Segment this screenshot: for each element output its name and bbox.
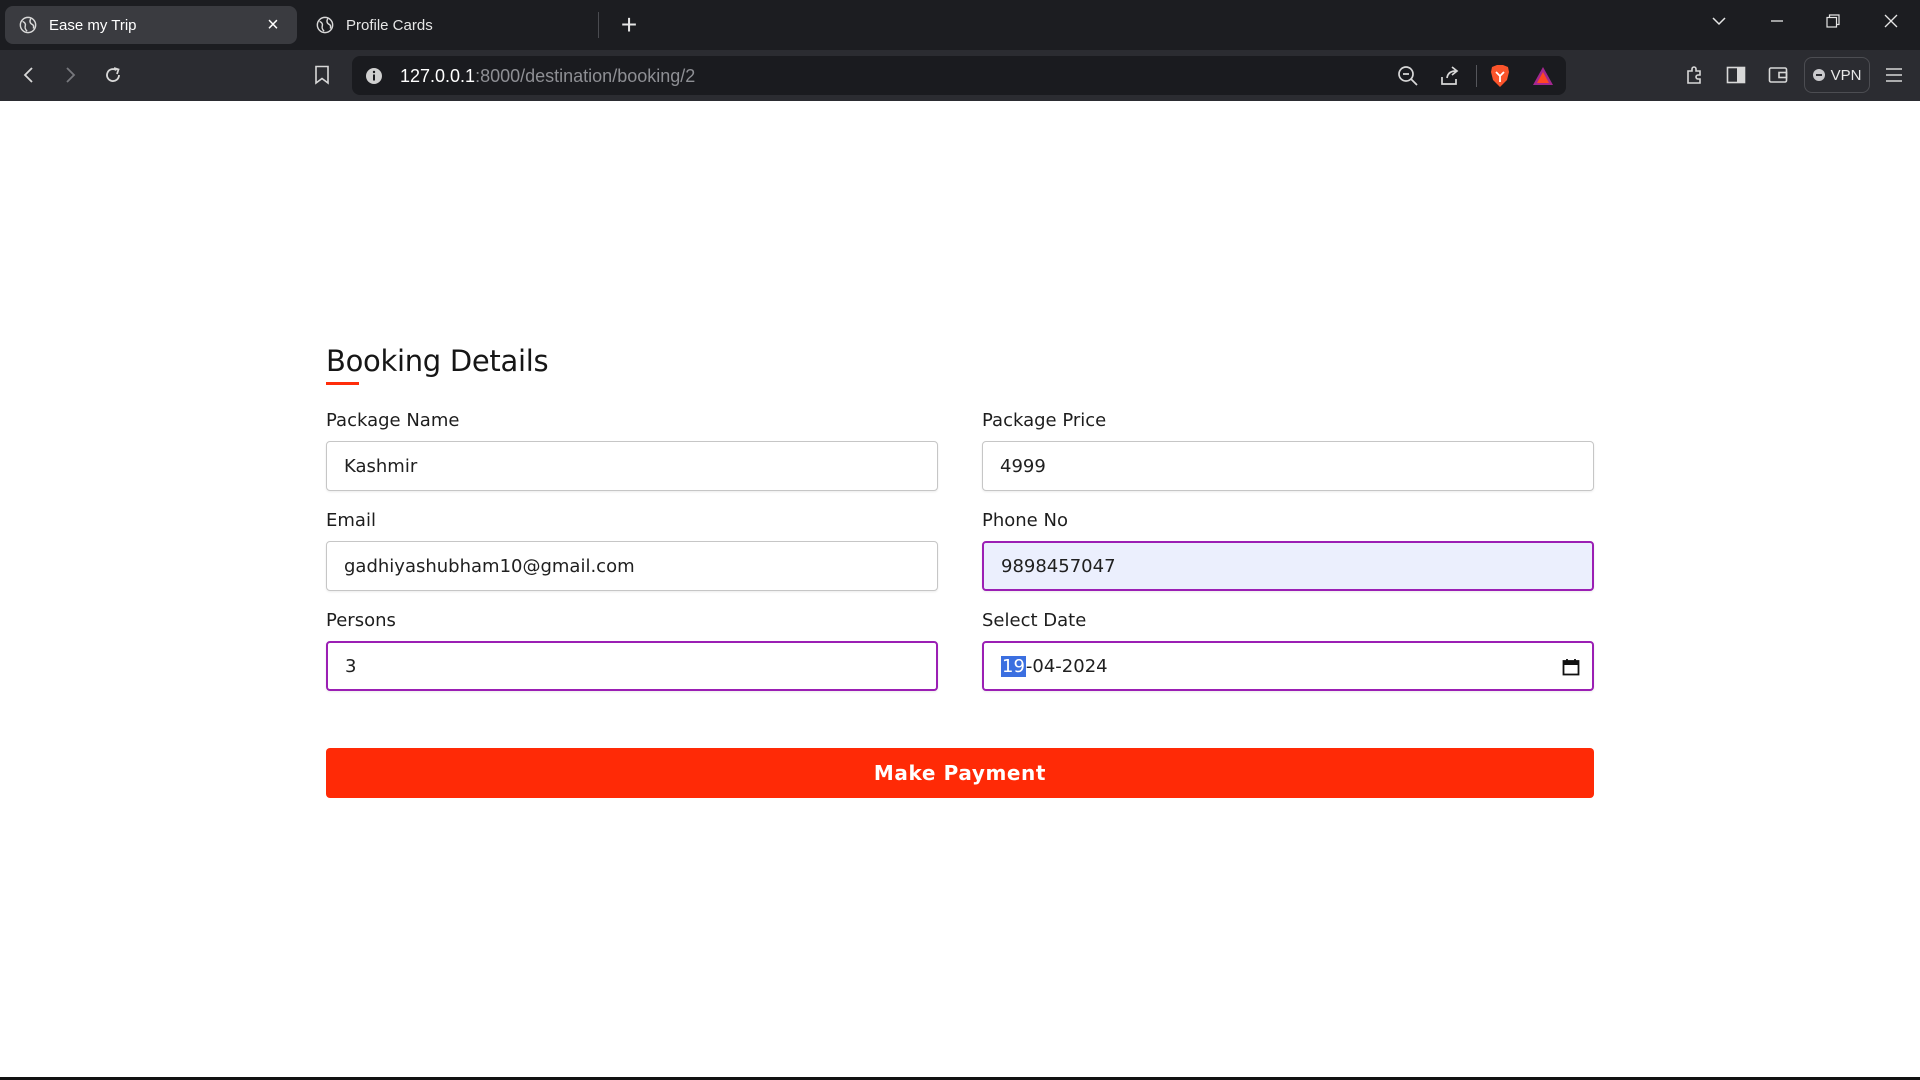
url-path: :8000/destination/booking/2 — [475, 66, 696, 86]
title-accent-underline — [326, 382, 359, 385]
close-tab-icon[interactable]: × — [263, 14, 283, 37]
email-value: gadhiyashubham10@gmail.com — [344, 555, 635, 577]
tab-title: Profile Cards — [346, 16, 433, 34]
package-name-label: Package Name — [326, 410, 460, 431]
url-host: 127.0.0.1 — [400, 66, 476, 86]
phone-label: Phone No — [982, 510, 1068, 531]
wallet-icon[interactable] — [1761, 58, 1795, 92]
tab-profile-cards[interactable]: Profile Cards — [302, 6, 594, 44]
vpn-status-icon — [1812, 69, 1825, 81]
menu-icon[interactable] — [1877, 58, 1911, 92]
package-price-field[interactable]: 4999 — [982, 441, 1594, 491]
address-bar[interactable]: 127.0.0.1:8000/destination/booking/2 — [352, 56, 1566, 95]
calendar-icon[interactable] — [1562, 658, 1580, 676]
address-bar-divider — [1476, 65, 1477, 87]
package-name-field[interactable]: Kashmir — [326, 441, 938, 491]
browser-toolbar: 127.0.0.1:8000/destination/booking/2 VPN — [0, 50, 1920, 101]
package-name-value: Kashmir — [344, 455, 418, 477]
new-tab-button[interactable]: + — [612, 8, 646, 42]
vpn-button[interactable]: VPN — [1804, 57, 1870, 93]
close-window-icon[interactable] — [1871, 4, 1911, 38]
back-arrow-icon[interactable] — [12, 58, 46, 92]
package-price-value: 4999 — [1000, 455, 1046, 477]
brave-shields-icon[interactable] — [1487, 63, 1513, 89]
package-price-label: Package Price — [982, 410, 1107, 431]
forward-arrow-icon[interactable] — [53, 58, 87, 92]
tab-ease-my-trip[interactable]: Ease my Trip × — [5, 6, 297, 44]
globe-icon — [316, 16, 334, 34]
date-day-segment[interactable]: 19 — [1001, 655, 1026, 677]
bookmark-icon[interactable] — [305, 58, 339, 92]
persons-field[interactable]: 3 — [326, 641, 938, 691]
page-content: Booking Details Package Name Kashmir Pac… — [0, 101, 1920, 1077]
url-text[interactable]: 127.0.0.1:8000/destination/booking/2 — [400, 66, 695, 87]
tab-strip: Ease my Trip × Profile Cards + — [0, 0, 1920, 50]
minimize-icon[interactable] — [1757, 4, 1797, 38]
date-field[interactable]: 19 -04-2024 — [982, 641, 1594, 691]
brave-rewards-icon[interactable] — [1530, 63, 1556, 89]
zoom-icon[interactable] — [1395, 63, 1421, 89]
vpn-label: VPN — [1830, 66, 1862, 84]
reload-icon[interactable] — [96, 58, 130, 92]
share-icon[interactable] — [1437, 63, 1463, 89]
date-label: Select Date — [982, 610, 1087, 631]
email-label: Email — [326, 510, 376, 531]
phone-value: 9898457047 — [1001, 555, 1116, 577]
sidebar-icon[interactable] — [1719, 58, 1753, 92]
make-payment-button[interactable]: Make Payment — [326, 748, 1594, 798]
persons-label: Persons — [326, 610, 396, 631]
date-month-year-segment[interactable]: -04-2024 — [1026, 656, 1108, 677]
restore-icon[interactable] — [1813, 4, 1853, 38]
tab-search-chevron-icon[interactable] — [1699, 4, 1739, 38]
extensions-icon[interactable] — [1678, 58, 1712, 92]
tab-divider — [598, 12, 599, 38]
site-info-icon[interactable] — [365, 67, 383, 85]
email-field[interactable]: gadhiyashubham10@gmail.com — [326, 541, 938, 591]
persons-value: 3 — [345, 655, 357, 677]
page-title: Booking Details — [326, 344, 549, 378]
phone-field[interactable]: 9898457047 — [982, 541, 1594, 591]
globe-icon — [19, 16, 37, 34]
tab-title: Ease my Trip — [49, 16, 137, 34]
